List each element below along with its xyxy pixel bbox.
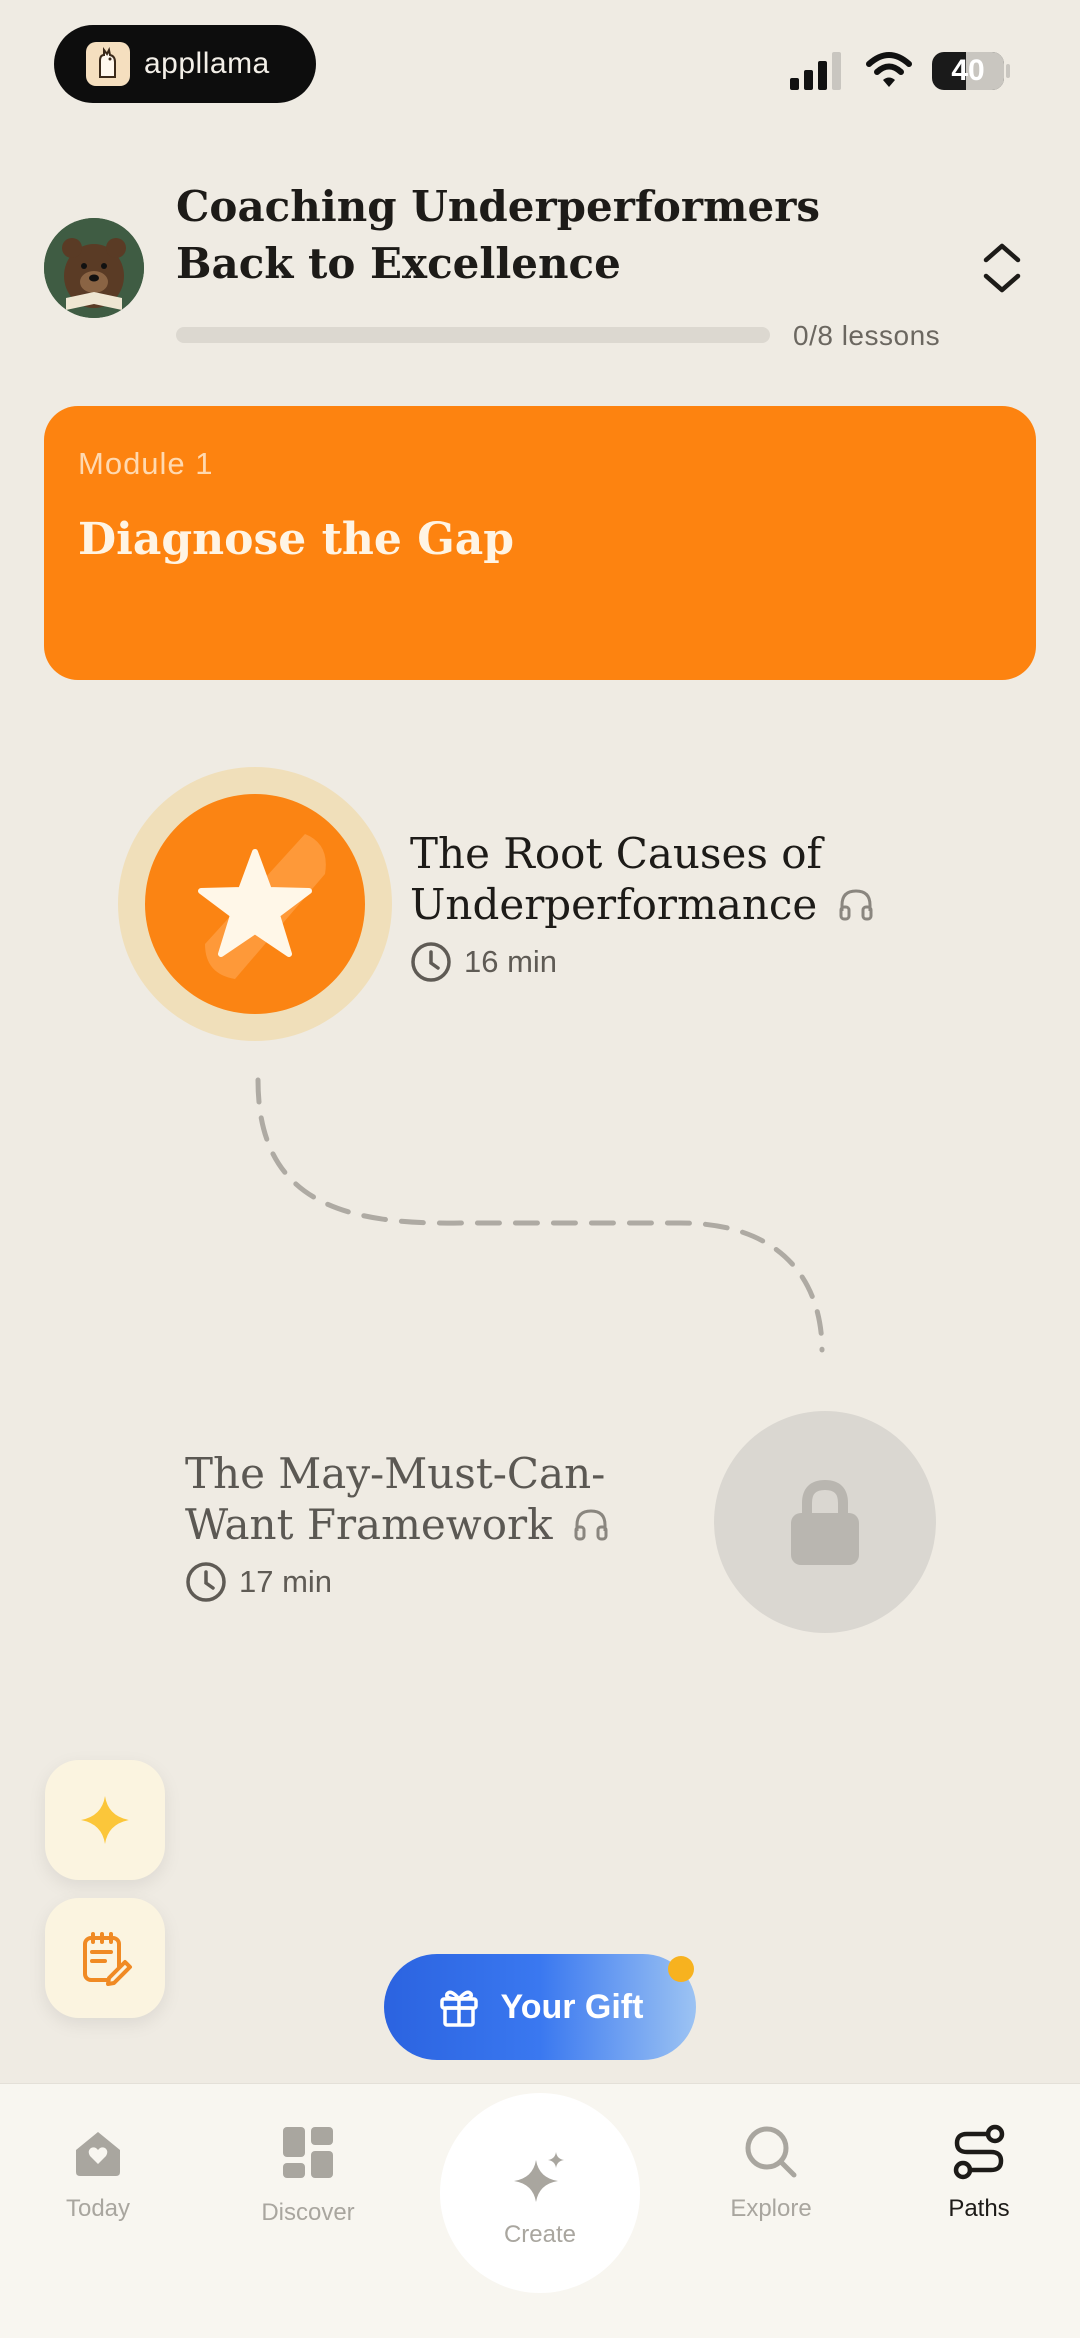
notes-button[interactable] [45, 1898, 165, 2018]
paths-icon [953, 2124, 1005, 2180]
headphones-icon [839, 889, 873, 921]
tab-explore[interactable]: Explore [681, 2124, 861, 2223]
sparkle-icon [514, 2152, 564, 2202]
expand-collapse-icon[interactable] [980, 240, 1024, 296]
lesson-1-meta: 16 min [410, 936, 970, 987]
tab-paths-label: Paths [948, 2195, 1010, 2222]
lesson-1-duration: 16 min [464, 944, 558, 979]
gift-button-label: Your Gift [500, 1987, 644, 2026]
notepad-edit-icon [83, 1932, 132, 1986]
tab-discover[interactable]: Discover [218, 2124, 398, 2227]
lesson-1[interactable]: The Root Causes of Underperformance 16 m… [410, 828, 970, 987]
path-connector [255, 1077, 825, 1353]
gift-icon [439, 1990, 478, 2027]
clock-icon [186, 1561, 226, 1602]
clock-icon [411, 941, 451, 982]
grid-icon [283, 2127, 333, 2178]
battery-tip [1006, 64, 1010, 78]
module-title: Diagnose the Gap [78, 514, 515, 565]
module-label: Module 1 [78, 446, 214, 481]
llama-logo-icon [86, 42, 130, 86]
lessons-count: 0/8 lessons [793, 320, 941, 351]
tab-create-label: Create [503, 2221, 577, 2248]
lesson-2[interactable]: The May-Must-Can-Want Framework 17 min [185, 1448, 705, 1607]
module-card[interactable]: Module 1 Diagnose the Gap [44, 406, 1036, 680]
tab-explore-label: Explore [730, 2195, 812, 2222]
sparkle-icon [81, 1796, 129, 1844]
cellular-signal-icon [790, 52, 841, 90]
search-icon [745, 2126, 797, 2178]
lesson-2-duration: 17 min [239, 1564, 333, 1599]
headphones-icon [574, 1509, 608, 1541]
tab-today-label: Today [65, 2195, 131, 2222]
lesson-node-star[interactable] [145, 794, 365, 1014]
tab-paths[interactable]: Paths [889, 2124, 1069, 2223]
lesson-2-title: The May-Must-Can-Want Framework [185, 1449, 606, 1549]
lock-icon [791, 1479, 859, 1565]
wifi-icon [866, 52, 912, 87]
lesson-node-locked[interactable] [714, 1411, 936, 1633]
your-gift-button[interactable]: Your Gift [384, 1954, 696, 2060]
tab-today[interactable]: Today [8, 2124, 188, 2223]
course-avatar[interactable] [44, 218, 144, 318]
home-heart-icon [76, 2132, 120, 2176]
ai-sparkle-button[interactable] [45, 1760, 165, 1880]
tab-discover-label: Discover [261, 2199, 355, 2226]
tab-create[interactable]: Create [450, 2150, 630, 2249]
app-name: appllama [144, 47, 270, 80]
app-badge[interactable]: appllama [54, 25, 316, 103]
notification-dot [668, 1956, 694, 1982]
lesson-1-title: The Root Causes of Underperformance [410, 829, 823, 929]
course-progress-bar [176, 327, 770, 343]
course-title: Coaching Underperformers Back to Excelle… [176, 182, 820, 288]
lesson-2-meta: 17 min [185, 1556, 705, 1607]
battery-indicator: 40 [932, 52, 1004, 90]
